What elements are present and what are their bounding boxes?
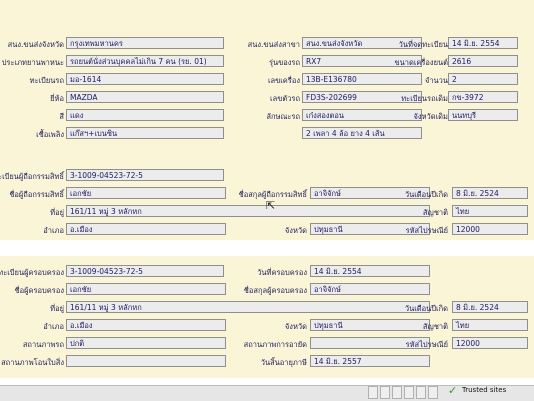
possessor-first-label: ชื่อผู้ครอบครอง — [14, 286, 64, 295]
tax-expire-field[interactable]: 14 มิ.ย. 2557 — [310, 355, 430, 367]
fuel-field[interactable]: แก๊สฯ+เบนซิน — [66, 127, 224, 139]
top-bar — [0, 0, 534, 26]
seizure-status-label: สถานภาพการอายัด — [243, 340, 307, 349]
branch-office-label: สนง.ขนส่งสาขา — [247, 40, 300, 49]
qty-label: จำนวน — [424, 76, 448, 85]
vehicle-type-field[interactable]: รถยนต์นั่งส่วนบุคคลไม่เกิน 7 คน (รย. 01) — [66, 55, 224, 67]
possessor-id-field[interactable]: 3-1009-04523-72-5 — [66, 265, 224, 277]
brand-field[interactable]: MAZDA — [66, 91, 224, 103]
owner-address-label: ที่อยู่ — [50, 208, 64, 217]
transfer-status-label: สถานภาพโอนใบสิ่ง — [1, 358, 64, 367]
trusted-sites-text: Trusted sites — [462, 386, 507, 394]
possessor-birth-label: วันเดือนปีเกิด — [404, 304, 448, 313]
owner-zip-label: รหัสไปรษณีย์ — [405, 226, 448, 235]
possessor-nation-field[interactable]: ไทย — [452, 319, 528, 331]
owner-district-field[interactable]: อ.เมือง — [66, 223, 226, 235]
possessor-district-label: อำเภอ — [43, 322, 64, 331]
owner-birth-label: วันเดือนปีเกิด — [404, 190, 448, 199]
possessor-zip-label: รหัสไปรษณีย์ — [405, 340, 448, 349]
status-pane — [392, 386, 402, 399]
possessor-nation-label: สัญชาติ — [422, 322, 448, 331]
province-office-field[interactable]: กรุงเทพมหานคร — [66, 37, 224, 49]
possessor-birth-field[interactable]: 8 มิ.ย. 2524 — [452, 301, 528, 313]
possessor-address-field[interactable]: 161/11 หมู่ 3 หลักหก — [66, 301, 430, 313]
possessor-province-field[interactable]: ปทุมธานี — [310, 319, 430, 331]
vehicle-status-label: สถานภาพรถ — [22, 340, 64, 349]
possessor-last-field[interactable]: อาจิจักษ์ — [310, 283, 430, 295]
status-pane — [404, 386, 414, 399]
vehicle-status-field[interactable]: ปกติ — [66, 337, 226, 349]
owner-first-field[interactable]: เอกชัย — [66, 187, 226, 199]
axle-info-field[interactable]: 2 เพลา 4 ล้อ ยาง 4 เส้น — [302, 127, 422, 139]
possessor-first-field[interactable]: เอกชัย — [66, 283, 226, 295]
engine-no-field[interactable]: 13B-E136780 — [302, 73, 422, 85]
color-field[interactable]: แดง — [66, 109, 224, 121]
owner-nation-field[interactable]: ไทย — [452, 205, 528, 217]
color-label: สี — [59, 112, 64, 121]
qty-field[interactable]: 2 — [448, 73, 518, 85]
owner-first-label: ชื่อผู้ถือกรรมสิทธิ์ — [9, 190, 64, 199]
vehicle-section: สนง.ขนส่งจังหวัด กรุงเทพมหานคร สนง.ขนส่ง… — [0, 26, 534, 164]
plate-field[interactable]: มอ-1614 — [66, 73, 224, 85]
owner-nation-label: สัญชาติ — [422, 208, 448, 217]
check-icon: ✓ — [448, 384, 458, 397]
province-office-label: สนง.ขนส่งจังหวัด — [7, 40, 64, 49]
owner-birth-field[interactable]: 8 มิ.ย. 2524 — [452, 187, 528, 199]
possessor-section: ทะเบียนผู้ครอบครอง 3-1009-04523-72-5 วัน… — [0, 256, 534, 378]
model-label: รุ่นของรถ — [268, 58, 300, 67]
tax-expire-label: วันสิ้นอายุภาษี — [260, 358, 307, 367]
owner-address-field[interactable]: 161/11 หมู่ 3 หลักหก — [66, 205, 430, 217]
old-plate-field[interactable]: กข-3972 — [448, 91, 518, 103]
owner-zip-field[interactable]: 12000 — [452, 223, 528, 235]
owner-district-label: อำเภอ — [43, 226, 64, 235]
owner-province-label: จังหวัด — [284, 226, 307, 235]
owner-id-field[interactable]: 3-1009-04523-72-5 — [66, 169, 224, 181]
possess-date-field[interactable]: 14 มิ.ย. 2554 — [310, 265, 430, 277]
possessor-zip-field[interactable]: 12000 — [452, 337, 528, 349]
fuel-label: เชื้อเพลิง — [36, 130, 64, 139]
status-pane — [416, 386, 426, 399]
reg-date-field[interactable]: 14 มิ.ย. 2554 — [448, 37, 518, 49]
status-pane — [428, 386, 438, 399]
reg-date-label: วันที่จดทะเบียน — [398, 40, 448, 49]
possess-date-label: วันที่ครอบครอง — [257, 268, 307, 277]
possessor-last-label: ชื่อสกุลผู้ครอบครอง — [243, 286, 307, 295]
status-pane — [368, 386, 378, 399]
possessor-address-label: ที่อยู่ — [50, 304, 64, 313]
vehicle-type-label: ประเภทยานพาหนะ — [1, 58, 64, 67]
owner-id-label: ทะเบียนผู้ถือกรรมสิทธิ์ — [0, 172, 64, 181]
engine-no-label: เลขเครื่อง — [267, 76, 300, 85]
chassis-label: เลขตัวรถ — [270, 94, 300, 103]
transfer-status-field[interactable] — [66, 355, 226, 367]
vehicle-feature-field[interactable]: เก๋งสองตอน — [302, 109, 422, 121]
status-pane — [380, 386, 390, 399]
vehicle-feature-label: ลักษณะรถ — [266, 112, 300, 121]
possessor-province-label: จังหวัด — [284, 322, 307, 331]
old-province-label: จังหวัดเดิม — [413, 112, 448, 121]
possessor-id-label: ทะเบียนผู้ครอบครอง — [0, 268, 64, 277]
plate-label: ทะเบียนรถ — [29, 76, 64, 85]
old-province-field[interactable]: นนทบุรี — [448, 109, 518, 121]
mouse-cursor-icon: ⇱ — [266, 199, 276, 212]
old-plate-label: ทะเบียนรถเดิม — [401, 94, 448, 103]
brand-label: ยี่ห้อ — [50, 94, 64, 103]
engine-cc-field[interactable]: 2616 — [448, 55, 518, 67]
engine-cc-label: ขนาดเครื่องยนต์ — [394, 58, 448, 67]
possessor-district-field[interactable]: อ.เมือง — [66, 319, 226, 331]
